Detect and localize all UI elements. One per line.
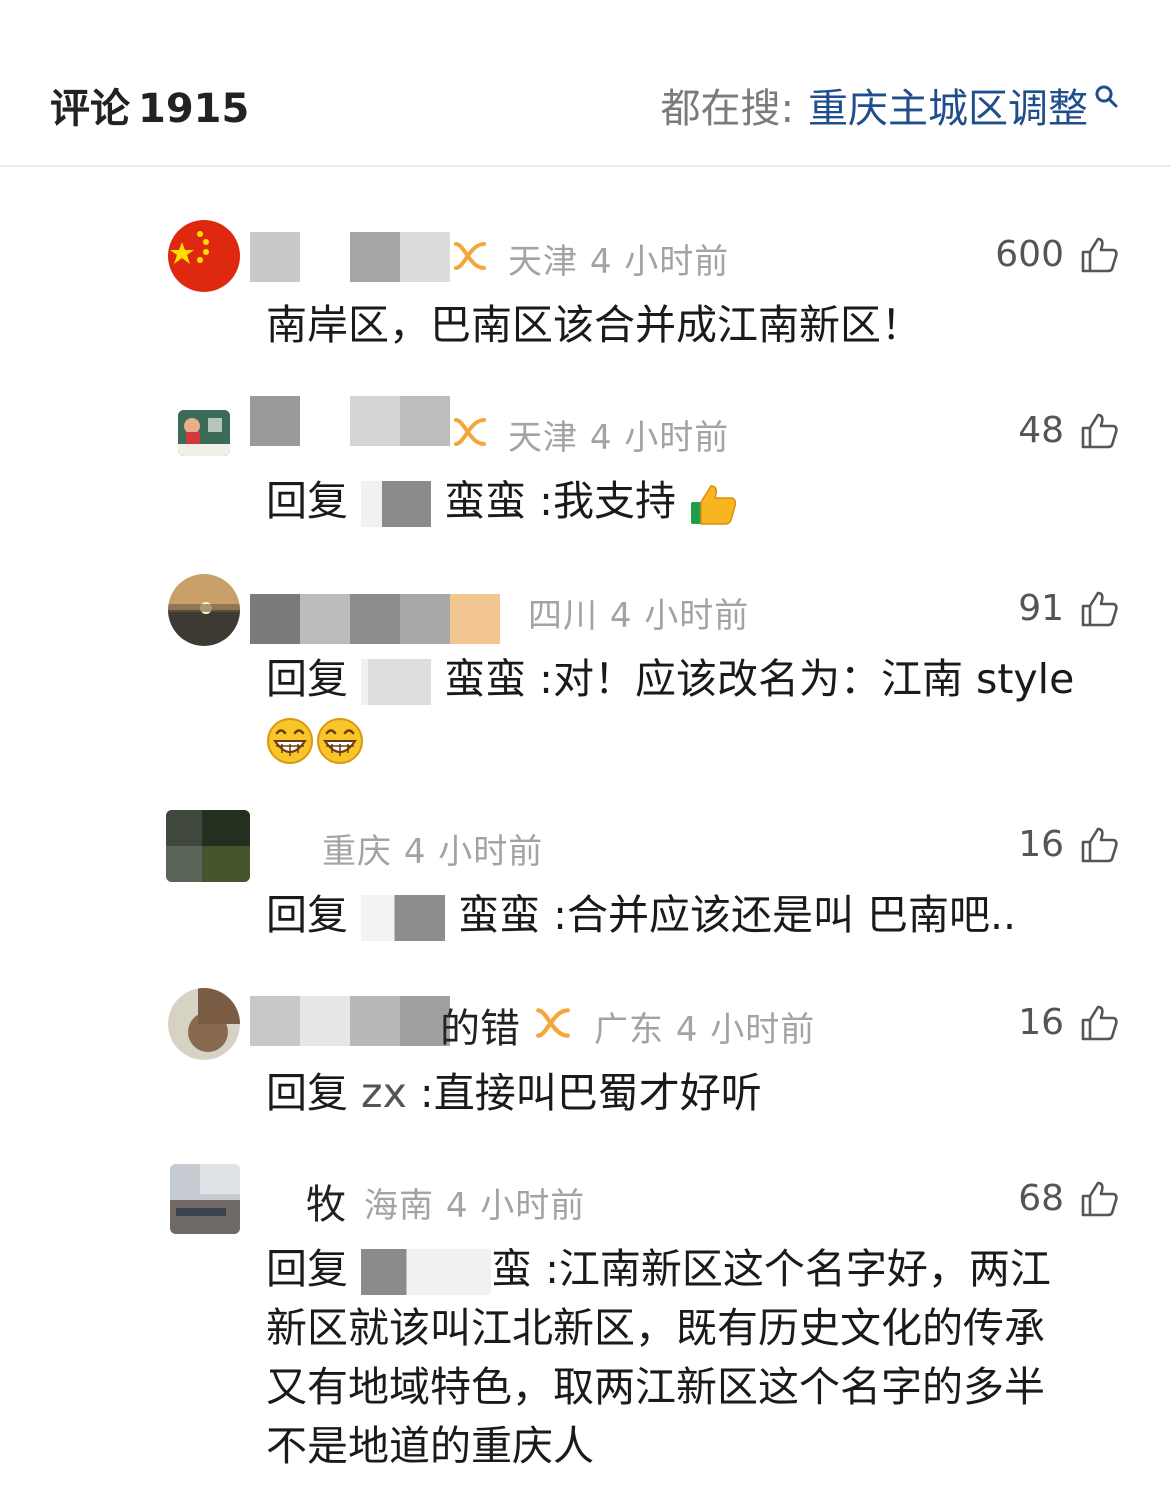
like-button[interactable]: 68	[1018, 1178, 1118, 1219]
comment-meta: 四川 4 小时前	[528, 588, 749, 637]
comment-time: 4 小时前	[589, 242, 730, 282]
like-button[interactable]: 91	[1018, 588, 1118, 629]
comment-body-line: :江南新区这个名字好，两江	[545, 1245, 1051, 1293]
comment-meta: 重庆 4 小时前	[322, 824, 543, 873]
thumbs-up-icon	[1081, 237, 1118, 272]
comment-text: 回复 蛮 :江南新区这个名字好，两江 新区就该叫江北新区，既有历史文化的传承 又…	[266, 1240, 1100, 1476]
comment-body: :直接叫巴蜀才好听	[419, 1069, 762, 1117]
vip-badge-icon	[454, 418, 486, 446]
comment-location: 天津	[508, 418, 578, 458]
avatar[interactable]	[168, 574, 240, 646]
comment-text: 回复 蛮蛮 :对！应该改名为：江南 style	[266, 650, 1100, 768]
trending-search[interactable]: 都在搜: 重庆主城区调整	[661, 76, 1118, 134]
comment-body: :合并应该还是叫 巴南吧..	[553, 891, 1017, 939]
reply-target-name[interactable]: 蛮蛮	[444, 477, 526, 525]
thumbs-up-emoji	[691, 485, 737, 525]
search-icon	[1095, 85, 1118, 108]
reply-target-mosaic	[361, 481, 432, 527]
comment-meta: 广东 4 小时前	[594, 1002, 815, 1051]
thumbs-up-icon	[1081, 591, 1118, 626]
like-count: 16	[1018, 824, 1064, 865]
username-mosaic[interactable]	[250, 594, 500, 644]
trending-topic-link[interactable]: 重庆主城区调整	[808, 76, 1088, 134]
comment-location: 四川	[528, 596, 598, 636]
trending-label: 都在搜:	[660, 86, 794, 132]
like-button[interactable]: 600	[995, 234, 1118, 275]
reply-prefix: 回复	[266, 477, 348, 525]
comment-text: 回复 蛮蛮 :合并应该还是叫 巴南吧..	[266, 886, 1100, 945]
comment-body-line: 又有地域特色，取两江新区这个名字的多半	[266, 1363, 1045, 1411]
comment-location: 广东	[594, 1010, 664, 1050]
like-button[interactable]: 16	[1018, 824, 1118, 865]
comment-time: 4 小时前	[609, 596, 750, 636]
thumbs-up-icon	[1081, 1181, 1118, 1216]
comment-body: 南岸区，巴南区该合并成江南新区！	[266, 301, 922, 349]
comment-meta: 海南 4 小时前	[364, 1178, 585, 1227]
avatar[interactable]	[168, 220, 240, 292]
comment-meta: 天津 4 小时前	[508, 410, 729, 459]
reply-target-mosaic	[361, 895, 446, 941]
avatar-picture-icon	[178, 410, 230, 456]
comment-meta: 天津 4 小时前	[508, 234, 729, 283]
comment-body-line: 新区就该叫江北新区，既有历史文化的传承	[266, 1304, 1045, 1352]
comment-time: 4 小时前	[675, 1010, 816, 1050]
avatar-picture-icon	[170, 1164, 240, 1234]
reply-target-name[interactable]: 蛮蛮	[444, 655, 526, 703]
avatar[interactable]	[166, 810, 250, 882]
reply-target-name[interactable]: 蛮蛮	[458, 891, 540, 939]
reply-target-mosaic	[361, 1249, 492, 1295]
reply-prefix: 回复	[266, 891, 348, 939]
username-mosaic[interactable]	[250, 396, 450, 446]
comment-time: 4 小时前	[589, 418, 730, 458]
reply-target-name[interactable]: zx	[361, 1069, 407, 1117]
comment-body: :我支持	[539, 477, 676, 525]
like-count: 16	[1018, 1002, 1064, 1043]
comments-title: 评论 1915	[50, 76, 249, 134]
reply-prefix: 回复	[266, 655, 348, 703]
comment-time: 4 小时前	[403, 832, 544, 872]
comment-body-line: 不是地道的重庆人	[266, 1422, 594, 1470]
avatar[interactable]	[170, 1164, 240, 1234]
comment-line: 回复 蛮 :江南新区这个名字好，两江	[266, 1240, 1100, 1299]
sunset-photo-icon	[168, 574, 240, 646]
like-count: 68	[1018, 1178, 1064, 1219]
like-button[interactable]: 16	[1018, 1002, 1118, 1043]
avatar-picture-icon	[168, 988, 240, 1060]
grin-emoji	[267, 718, 313, 764]
reply-prefix: 回复	[266, 1069, 348, 1117]
comment-time: 4 小时前	[445, 1186, 586, 1226]
username-mosaic[interactable]	[250, 996, 450, 1046]
like-button[interactable]: 48	[1018, 410, 1118, 451]
avatar[interactable]	[168, 988, 240, 1060]
comment-body: :对！应该改名为：江南 style	[539, 655, 1075, 703]
thumbs-up-icon	[1081, 413, 1118, 448]
like-count: 91	[1018, 588, 1064, 629]
username-suffix[interactable]: 的错	[440, 996, 520, 1054]
comments-title-label: 评论	[50, 86, 130, 132]
comment-location: 重庆	[322, 832, 392, 872]
like-count: 48	[1018, 410, 1064, 451]
vip-badge-icon	[454, 242, 486, 270]
comment-location: 天津	[508, 242, 578, 282]
comment-text: 回复 zx :直接叫巴蜀才好听	[266, 1064, 1100, 1123]
comment-location: 海南	[364, 1186, 434, 1226]
username-mosaic[interactable]	[250, 232, 450, 282]
reply-target-mosaic	[361, 659, 432, 705]
reply-target-name[interactable]: 蛮	[491, 1245, 532, 1293]
like-count: 600	[995, 234, 1064, 275]
avatar[interactable]	[178, 410, 230, 456]
thumbs-up-icon	[1081, 827, 1118, 862]
comment-text: 回复 蛮蛮 :我支持	[266, 472, 1100, 531]
comments-count: 1915	[138, 86, 250, 132]
username-suffix[interactable]: 牧	[306, 1172, 346, 1230]
comments-header: 评论 1915 都在搜: 重庆主城区调整	[0, 0, 1170, 167]
comment-text: 南岸区，巴南区该合并成江南新区！	[266, 296, 1100, 355]
avatar-picture-icon	[166, 810, 250, 882]
vip-badge-icon	[536, 1008, 570, 1038]
thumbs-up-icon	[1081, 1005, 1118, 1040]
grin-emoji	[317, 718, 363, 764]
reply-prefix: 回复	[266, 1245, 348, 1293]
flag-stars-icon	[170, 231, 209, 264]
